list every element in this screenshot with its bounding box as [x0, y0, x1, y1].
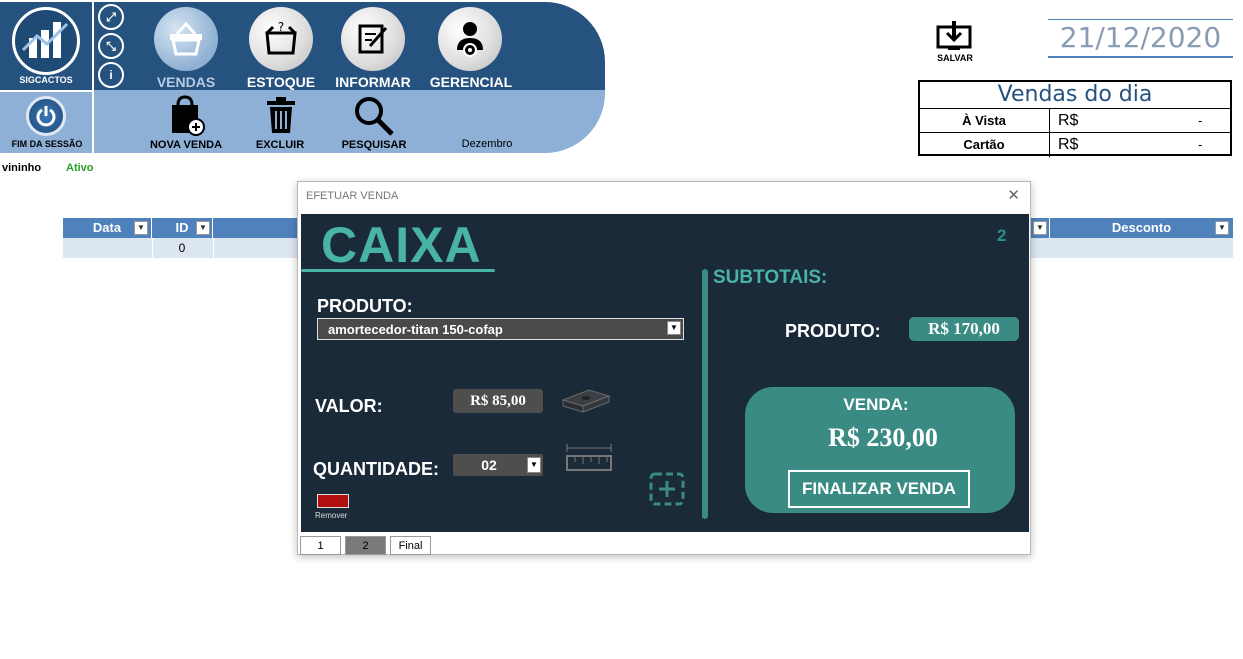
summary-row-avista: À Vista R$ - — [920, 108, 1230, 133]
venda-total-value: R$ 230,00 — [828, 423, 938, 452]
summary-row-cartao: Cartão R$ - — [920, 132, 1230, 157]
dialog-title: EFETUAR VENDA — [306, 190, 399, 202]
chart-icon — [21, 22, 69, 58]
subtotal-produto-label: PRODUTO: — [785, 321, 881, 341]
month-label: Dezembro — [461, 138, 513, 150]
nav-gerencial-label: GERENCIAL — [429, 74, 513, 90]
save-label: SALVAR — [937, 53, 973, 63]
subtotal-produto-value: R$ 170,00 — [909, 317, 1019, 341]
quantidade-select[interactable]: 02 ▼ — [453, 454, 543, 476]
tab-final[interactable]: Final — [390, 536, 431, 555]
item-counter: 2 — [997, 226, 1007, 245]
quantidade-label: QUANTIDADE: — [313, 459, 439, 479]
download-monitor-icon — [936, 21, 972, 50]
ruler-icon — [566, 444, 612, 471]
remover-label: Remover — [315, 511, 348, 520]
summary-value: - — [1198, 137, 1203, 152]
valor-value: R$ 85,00 — [453, 389, 543, 413]
nav-informar-label: INFORMAR — [335, 74, 411, 90]
vertical-divider — [702, 269, 708, 519]
close-icon[interactable]: ✕ — [1007, 186, 1020, 204]
date-display: 21/12/2020 — [1059, 21, 1222, 54]
venda-label: VENDA: — [843, 395, 909, 414]
quantidade-selected: 02 — [481, 457, 497, 473]
nav-gerencial-button[interactable] — [438, 7, 502, 71]
nav-vendas-button[interactable] — [154, 7, 218, 71]
filter-dropdown[interactable]: ▼ — [1215, 221, 1229, 235]
remover-button[interactable] — [317, 494, 349, 508]
summary-divider — [1049, 133, 1050, 157]
money-stack-icon — [561, 389, 611, 413]
efetuar-venda-dialog: EFETUAR VENDA ✕ CAIXA 2 PRODUTO: amortec… — [297, 181, 1031, 555]
logo[interactable] — [12, 7, 80, 75]
chevron-down-icon[interactable]: ▼ — [667, 321, 681, 335]
manager-icon — [457, 22, 483, 57]
caixa-title: CAIXA — [321, 217, 482, 273]
caixa-underline — [301, 269, 495, 272]
summary-currency: R$ — [1058, 136, 1079, 153]
venda-total-card: VENDA: R$ 230,00 FINALIZAR VENDA — [745, 387, 1015, 513]
summary-label: Cartão — [963, 137, 1005, 152]
basket-icon — [170, 22, 202, 56]
caixa-panel: CAIXA 2 PRODUTO: amortecedor-titan 150-c… — [301, 214, 1029, 532]
produto-label: PRODUTO: — [317, 296, 413, 316]
collapse-icon[interactable]: ⤡ — [98, 33, 124, 59]
search-icon — [355, 97, 394, 136]
summary-title: Vendas do dia — [997, 82, 1153, 107]
user-status: Ativo — [66, 162, 94, 174]
shopping-bag-add-icon — [172, 95, 205, 136]
save-button[interactable] — [934, 21, 974, 53]
produto-select[interactable]: amortecedor-titan 150-cofap ▼ — [317, 318, 684, 340]
summary-currency: R$ — [1058, 112, 1079, 129]
summary-divider — [1049, 109, 1050, 133]
add-item-icon[interactable] — [649, 472, 685, 506]
logout-button[interactable] — [26, 96, 66, 136]
finalizar-venda-button[interactable]: FINALIZAR VENDA — [788, 470, 970, 508]
pesquisar-button[interactable] — [352, 94, 396, 138]
username: vininho — [2, 162, 42, 174]
pesquisar-label: PESQUISAR — [341, 139, 407, 151]
column-header-desconto[interactable]: Desconto — [1050, 218, 1233, 238]
chevron-down-icon[interactable]: ▼ — [527, 457, 541, 473]
ribbon-divider-h — [0, 90, 92, 92]
subtotais-label: SUBTOTAIS: — [713, 267, 828, 288]
tab-2[interactable]: 2 — [345, 536, 386, 555]
ribbon-divider — [92, 2, 94, 153]
valor-label: VALOR: — [315, 396, 383, 416]
nova-venda-button[interactable] — [166, 95, 206, 137]
filter-dropdown[interactable]: ▼ — [196, 221, 210, 235]
table-cell-id: 0 — [178, 241, 186, 255]
logo-label: SIGCACTOS — [19, 75, 73, 85]
nav-estoque-label: ESTOQUE — [246, 74, 316, 90]
cell-divider — [213, 238, 214, 258]
produto-selected: amortecedor-titan 150-cofap — [328, 322, 503, 337]
power-icon — [36, 106, 56, 127]
expand-icon[interactable]: ⤢ — [98, 4, 124, 30]
nova-venda-label: NOVA VENDA — [149, 139, 223, 151]
edit-document-icon — [358, 24, 388, 54]
nav-estoque-button[interactable]: ? — [249, 7, 313, 71]
box-icon: ? — [265, 21, 297, 55]
excluir-label: EXCLUIR — [255, 139, 305, 151]
info-icon[interactable]: i — [98, 62, 124, 88]
nav-vendas-label: VENDAS — [156, 74, 216, 90]
excluir-button[interactable] — [264, 95, 298, 135]
filter-dropdown[interactable]: ▼ — [1033, 221, 1047, 235]
summary-label: À Vista — [962, 113, 1006, 128]
date-underline — [1048, 56, 1233, 58]
filter-dropdown[interactable]: ▼ — [134, 221, 148, 235]
nav-informar-button[interactable] — [341, 7, 405, 71]
svg-text:?: ? — [278, 21, 284, 34]
sales-summary: Vendas do dia À Vista R$ - Cartão R$ - — [918, 80, 1232, 157]
summary-value: - — [1198, 113, 1203, 128]
tab-1[interactable]: 1 — [300, 536, 341, 555]
logout-label: FIM DA SESSÃO — [11, 139, 83, 149]
trash-icon — [267, 97, 295, 133]
